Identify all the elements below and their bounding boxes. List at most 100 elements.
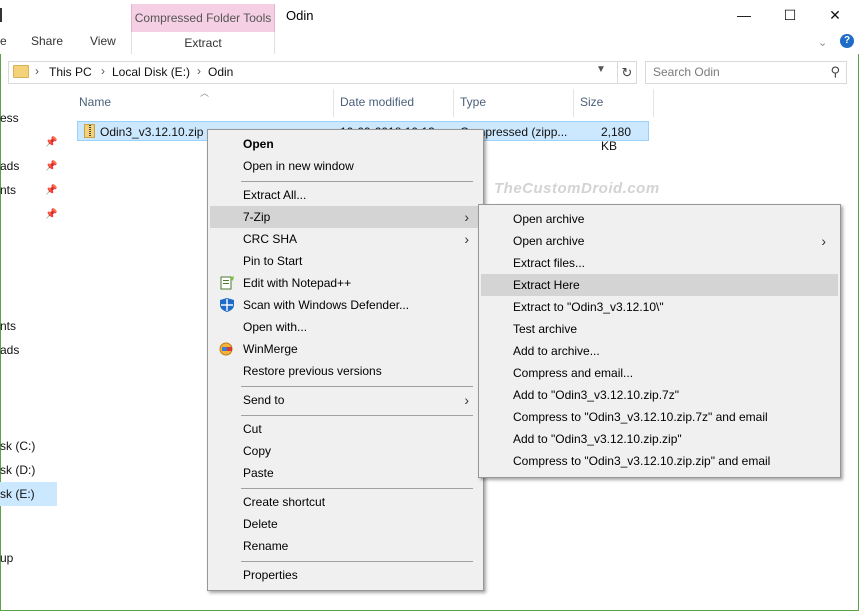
- maximize-button[interactable]: ☐: [770, 4, 810, 26]
- search-icon[interactable]: ⚲: [830, 64, 840, 80]
- nav-item-downloads-pc[interactable]: ads: [0, 343, 19, 357]
- tab-share[interactable]: Share: [31, 34, 63, 52]
- tab-extract[interactable]: Extract: [131, 32, 275, 54]
- menu-item-open-with[interactable]: Open with...: [243, 316, 307, 338]
- breadcrumb-separator[interactable]: ›: [197, 64, 201, 78]
- menu-item-7zip-label: 7-Zip: [243, 210, 271, 224]
- nav-item-local-disk-d[interactable]: sk (D:): [0, 463, 35, 477]
- submenu-item-add-to-zip[interactable]: Add to "Odin3_v3.12.10.zip.zip": [513, 428, 682, 450]
- window-title: Odin: [286, 8, 314, 23]
- column-header-date-modified[interactable]: Date modified: [340, 95, 414, 109]
- menu-separator: [241, 181, 473, 182]
- submenu-item-open-archive-more[interactable]: Open archive ›: [481, 230, 838, 252]
- column-header-type[interactable]: Type: [460, 95, 486, 109]
- search-input[interactable]: Search Odin: [653, 65, 720, 79]
- address-bar[interactable]: › This PC › Local Disk (E:) › Odin ▼ ↻: [8, 61, 637, 84]
- ribbon: e Share View Compressed Folder Tools Ext…: [0, 0, 859, 54]
- breadcrumb-separator[interactable]: ›: [101, 64, 105, 78]
- tab-extract-label: Extract: [184, 36, 222, 50]
- tab-home-partial[interactable]: e: [0, 34, 7, 52]
- menu-item-open-new-window[interactable]: Open in new window: [243, 155, 354, 177]
- menu-item-paste[interactable]: Paste: [243, 462, 274, 484]
- submenu-7zip: Open archive Open archive › Extract file…: [478, 204, 841, 478]
- context-menu: Open Open in new window Extract All... 7…: [207, 129, 484, 591]
- nav-item-documents-pc[interactable]: nts: [0, 319, 16, 333]
- menu-item-properties[interactable]: Properties: [243, 564, 298, 586]
- nav-item-downloads[interactable]: ads: [0, 159, 19, 173]
- menu-item-create-shortcut[interactable]: Create shortcut: [243, 491, 325, 513]
- menu-item-pin-to-start[interactable]: Pin to Start: [243, 250, 302, 272]
- menu-separator: [241, 415, 473, 416]
- submenu-item-extract-here[interactable]: Extract Here: [481, 274, 838, 296]
- compressed-folder-tools-header: Compressed Folder Tools: [131, 4, 275, 32]
- nav-item-quick-access[interactable]: ess: [0, 111, 19, 125]
- notepad-plus-plus-icon: [220, 276, 234, 290]
- winmerge-icon: [219, 342, 233, 356]
- nav-item-local-disk-c[interactable]: sk (C:): [0, 439, 35, 453]
- column-divider[interactable]: [653, 89, 654, 117]
- sort-ascending-icon: ︿: [200, 88, 210, 98]
- refresh-icon[interactable]: ↻: [617, 62, 636, 83]
- menu-item-notepad[interactable]: Edit with Notepad++: [210, 272, 481, 294]
- context-group-label: Compressed Folder Tools: [134, 11, 272, 25]
- menu-separator: [241, 561, 473, 562]
- menu-item-rename[interactable]: Rename: [243, 535, 288, 557]
- submenu-item-compress-zip-email[interactable]: Compress to "Odin3_v3.12.10.zip.zip" and…: [513, 450, 770, 472]
- submenu-item-extract-to-folder[interactable]: Extract to "Odin3_v3.12.10\": [513, 296, 664, 318]
- submenu-item-extract-files[interactable]: Extract files...: [513, 252, 585, 274]
- menu-item-crc-sha-label: CRC SHA: [243, 232, 298, 246]
- help-icon[interactable]: ?: [840, 34, 854, 48]
- file-size: 2,180 KB: [601, 125, 632, 153]
- submenu-arrow-icon: ›: [464, 392, 469, 408]
- nav-item-documents[interactable]: nts: [0, 183, 16, 197]
- submenu-item-add-to-archive[interactable]: Add to archive...: [513, 340, 600, 362]
- submenu-item-add-to-7z[interactable]: Add to "Odin3_v3.12.10.zip.7z": [513, 384, 679, 406]
- menu-item-winmerge[interactable]: WinMerge: [210, 338, 481, 360]
- column-divider[interactable]: [333, 89, 334, 117]
- menu-separator: [241, 386, 473, 387]
- menu-item-copy[interactable]: Copy: [243, 440, 271, 462]
- submenu-item-test-archive[interactable]: Test archive: [513, 318, 577, 340]
- menu-item-7zip[interactable]: 7-Zip ›: [210, 206, 481, 228]
- close-button[interactable]: ✕: [815, 4, 855, 26]
- menu-item-cut[interactable]: Cut: [243, 418, 262, 440]
- address-dropdown-icon[interactable]: ▼: [596, 64, 606, 75]
- menu-item-restore-previous[interactable]: Restore previous versions: [243, 360, 382, 382]
- breadcrumb-this-pc[interactable]: This PC: [49, 65, 92, 79]
- breadcrumb-odin[interactable]: Odin: [208, 65, 233, 79]
- search-box[interactable]: Search Odin ⚲: [645, 61, 847, 84]
- breadcrumb-separator[interactable]: ›: [35, 64, 39, 78]
- menu-item-winmerge-label: WinMerge: [243, 342, 298, 356]
- pin-icon: 📌: [45, 137, 58, 148]
- file-name[interactable]: Odin3_v3.12.10.zip: [100, 125, 203, 139]
- nav-item-local-disk-e[interactable]: sk (E:): [0, 487, 35, 501]
- submenu-item-open-archive[interactable]: Open archive: [513, 208, 584, 230]
- submenu-arrow-icon: ›: [821, 233, 826, 249]
- submenu-item-compress-7z-email[interactable]: Compress to "Odin3_v3.12.10.zip.7z" and …: [513, 406, 768, 428]
- quick-access-marker: [0, 8, 2, 22]
- column-divider[interactable]: [453, 89, 454, 117]
- column-header-size[interactable]: Size: [580, 95, 603, 109]
- menu-item-send-to-label: Send to: [243, 393, 285, 407]
- menu-item-delete[interactable]: Delete: [243, 513, 278, 535]
- submenu-item-open-archive-more-label: Open archive: [513, 234, 585, 248]
- menu-item-crc-sha[interactable]: CRC SHA ›: [210, 228, 481, 250]
- submenu-item-compress-and-email[interactable]: Compress and email...: [513, 362, 633, 384]
- tab-view[interactable]: View: [90, 34, 116, 52]
- pin-icon: 📌: [45, 185, 58, 196]
- column-divider[interactable]: [573, 89, 574, 117]
- breadcrumb-local-disk-e[interactable]: Local Disk (E:): [112, 65, 190, 79]
- chevron-down-icon[interactable]: ⌄: [818, 36, 827, 49]
- menu-item-open[interactable]: Open: [243, 133, 274, 155]
- windows-defender-icon: [220, 298, 234, 312]
- zip-folder-icon: [84, 124, 95, 138]
- menu-item-send-to[interactable]: Send to ›: [210, 389, 481, 411]
- menu-separator: [241, 488, 473, 489]
- column-header-name[interactable]: Name: [79, 95, 111, 109]
- submenu-arrow-icon: ›: [464, 231, 469, 247]
- minimize-button[interactable]: —: [724, 4, 764, 26]
- nav-item-backup[interactable]: up: [0, 551, 13, 565]
- folder-icon: [13, 65, 29, 78]
- menu-item-defender[interactable]: Scan with Windows Defender...: [210, 294, 481, 316]
- menu-item-extract-all[interactable]: Extract All...: [243, 184, 306, 206]
